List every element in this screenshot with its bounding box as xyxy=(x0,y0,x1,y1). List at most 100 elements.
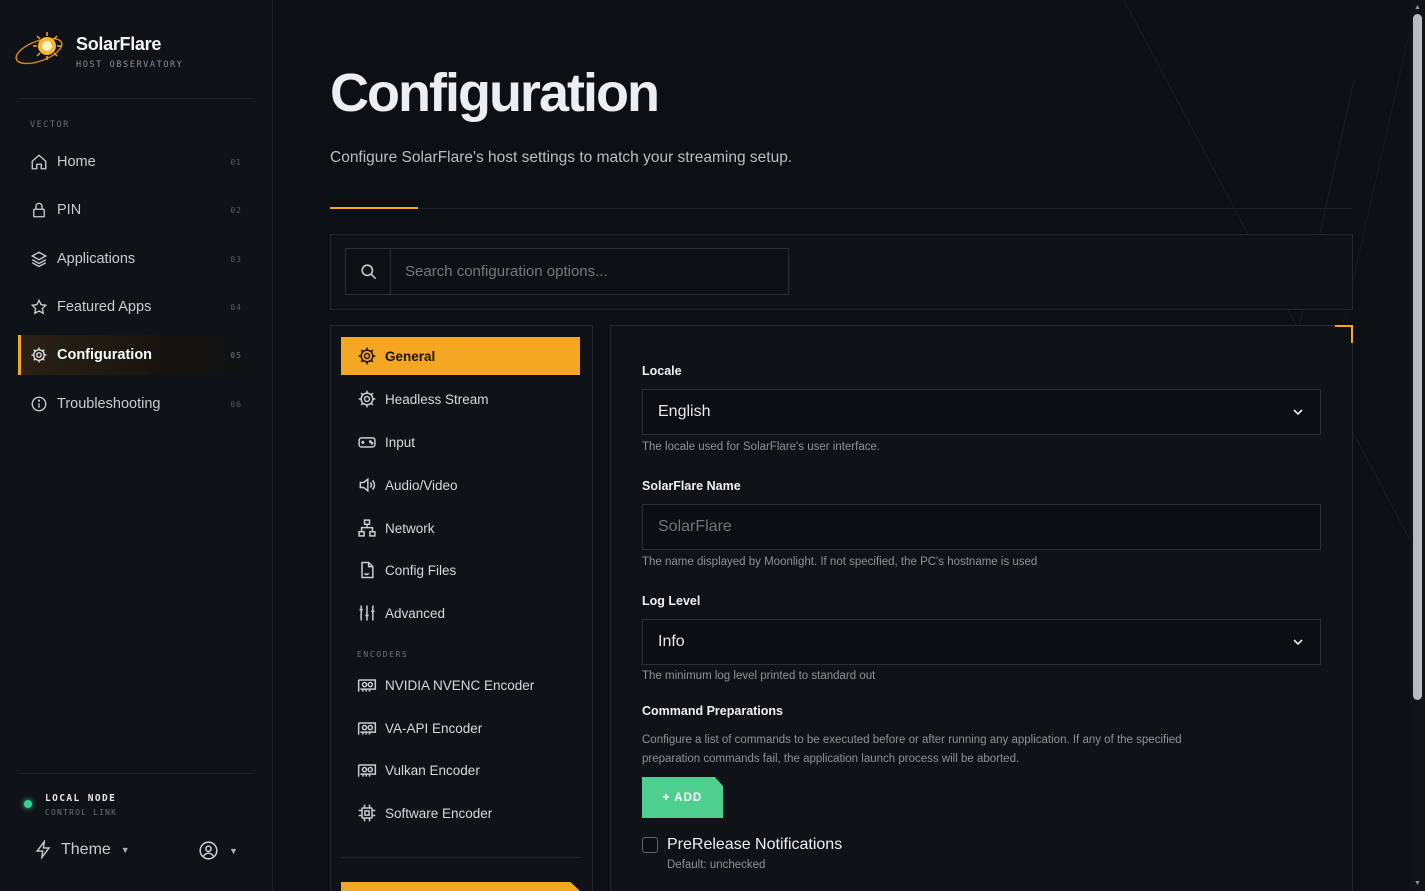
search-input[interactable] xyxy=(391,249,788,294)
info-icon xyxy=(30,395,48,413)
locale-value: English xyxy=(658,403,711,420)
category-nvidia-nvenc-encoder[interactable]: NVIDIA NVENC Encoder xyxy=(341,666,580,704)
category-audio-video[interactable]: Audio/Video xyxy=(341,466,580,504)
node-subtitle: CONTROL LINK xyxy=(45,808,118,817)
gpu-icon xyxy=(357,718,377,738)
sidebar-item-label: Configuration xyxy=(57,347,153,363)
category-input[interactable]: Input xyxy=(341,423,580,461)
sidebar-item-number: 06 xyxy=(230,399,242,409)
solarflare-name-placeholder: SolarFlare xyxy=(658,518,732,535)
category-label: General xyxy=(385,348,436,364)
prerelease-notifications-row[interactable]: PreRelease Notifications xyxy=(642,836,842,854)
sidebar-item-home[interactable]: Home 01 xyxy=(18,142,254,182)
command-preparations-label: Command Preparations xyxy=(642,704,784,718)
gear-icon xyxy=(357,389,377,409)
user-menu-button[interactable]: ▼ xyxy=(198,840,238,861)
sidebar-item-configuration[interactable]: Configuration 05 xyxy=(18,335,254,375)
sidebar-item-featured-apps[interactable]: Featured Apps 04 xyxy=(18,287,254,327)
solarflare-name-help: The name displayed by Moonlight. If not … xyxy=(642,556,1038,568)
scroll-up-arrow-icon[interactable]: ▲ xyxy=(1413,3,1422,12)
sidebar-item-number: 05 xyxy=(230,350,242,360)
page-subtitle: Configure SolarFlare's host settings to … xyxy=(330,149,793,166)
sidebar-item-label: Home xyxy=(57,154,96,170)
sidebar-item-number: 01 xyxy=(230,157,242,167)
log-level-value: Info xyxy=(658,633,685,650)
cpu-icon xyxy=(357,803,377,823)
category-label: NVIDIA NVENC Encoder xyxy=(385,677,535,693)
scroll-down-arrow-icon[interactable]: ▼ xyxy=(1413,879,1422,888)
category-label: Headless Stream xyxy=(385,391,489,407)
scroll-thumb[interactable] xyxy=(1413,14,1422,700)
encoders-section-label: ENCODERS xyxy=(357,650,409,659)
gear-icon xyxy=(30,346,48,364)
title-accent-bar xyxy=(330,207,418,209)
layers-icon xyxy=(30,250,48,268)
gamepad-icon xyxy=(357,432,377,452)
node-title: LOCAL NODE xyxy=(45,793,117,804)
category-label: Network xyxy=(385,520,435,536)
category-vulkan-encoder[interactable]: Vulkan Encoder xyxy=(341,751,580,789)
user-circle-icon xyxy=(198,840,219,861)
theme-label: Theme xyxy=(61,840,111,858)
category-label: Config Files xyxy=(385,562,457,578)
solarflare-name-input[interactable]: SolarFlare xyxy=(642,504,1321,550)
category-label: Audio/Video xyxy=(385,477,458,493)
main-content: Configuration Configure SolarFlare's hos… xyxy=(274,0,1410,891)
brand-subtitle: HOST OBSERVATORY xyxy=(76,60,184,70)
gear-icon xyxy=(357,346,377,366)
log-level-help: The minimum log level printed to standar… xyxy=(642,670,876,682)
caret-down-icon: ▼ xyxy=(229,845,238,856)
sidebar-item-applications[interactable]: Applications 03 xyxy=(18,239,254,279)
sidebar-item-number: 02 xyxy=(230,205,242,215)
category-network[interactable]: Network xyxy=(341,509,580,547)
category-va-api-encoder[interactable]: VA-API Encoder xyxy=(341,709,580,747)
prerelease-checkbox[interactable] xyxy=(642,837,658,853)
file-icon xyxy=(357,560,377,580)
save-button[interactable] xyxy=(341,882,580,891)
brand[interactable]: SolarFlare HOST OBSERVATORY xyxy=(14,28,182,72)
speaker-icon xyxy=(357,475,377,495)
page-scrollbar[interactable]: ▲ ▼ xyxy=(1410,0,1425,891)
log-level-select[interactable]: Info xyxy=(642,619,1321,665)
category-label: VA-API Encoder xyxy=(385,720,483,736)
sidebar-item-label: Applications xyxy=(57,251,136,267)
category-general[interactable]: General xyxy=(341,337,580,375)
category-label: Software Encoder xyxy=(385,805,493,821)
network-icon xyxy=(357,518,377,538)
sliders-icon xyxy=(357,603,377,623)
command-preparations-help: Configure a list of commands to be execu… xyxy=(642,734,1182,765)
log-level-label: Log Level xyxy=(642,594,701,608)
sidebar-divider xyxy=(18,773,254,774)
sidebar-divider xyxy=(18,98,254,99)
category-config-files[interactable]: Config Files xyxy=(341,551,580,589)
category-label: Vulkan Encoder xyxy=(385,762,480,778)
gpu-icon xyxy=(357,760,377,780)
caret-down-icon: ▼ xyxy=(120,844,130,855)
lightning-icon xyxy=(34,840,53,859)
chevron-down-icon xyxy=(1290,634,1306,655)
add-command-button[interactable]: + ADD xyxy=(642,777,723,818)
locale-select[interactable]: English xyxy=(642,389,1321,435)
gpu-icon xyxy=(357,675,377,695)
brand-name: SolarFlare xyxy=(76,34,162,54)
sidebar-item-label: Featured Apps xyxy=(57,299,152,315)
sidebar-item-label: PIN xyxy=(57,202,82,218)
sidebar-item-number: 03 xyxy=(230,254,242,264)
page-title: Configuration xyxy=(330,63,660,123)
category-software-encoder[interactable]: Software Encoder xyxy=(341,794,580,832)
status-dot-icon xyxy=(24,800,32,808)
sidebar-item-pin[interactable]: PIN 02 xyxy=(18,190,254,230)
corner-accent xyxy=(1335,325,1353,343)
chevron-down-icon xyxy=(1290,404,1306,425)
prerelease-default: Default: unchecked xyxy=(667,859,766,871)
category-headless-stream[interactable]: Headless Stream xyxy=(341,380,580,418)
sidebar-item-troubleshooting[interactable]: Troubleshooting 06 xyxy=(18,384,254,424)
locale-help: The locale used for SolarFlare's user in… xyxy=(642,441,881,453)
category-advanced[interactable]: Advanced xyxy=(341,594,580,632)
theme-button[interactable]: Theme ▼ xyxy=(34,840,130,859)
prerelease-label: PreRelease Notifications xyxy=(667,836,843,853)
search-icon xyxy=(346,249,391,294)
sun-logo-icon xyxy=(14,28,66,72)
category-divider xyxy=(341,857,580,858)
category-panel: General Headless Stream Input Audio/Vide… xyxy=(330,325,593,891)
